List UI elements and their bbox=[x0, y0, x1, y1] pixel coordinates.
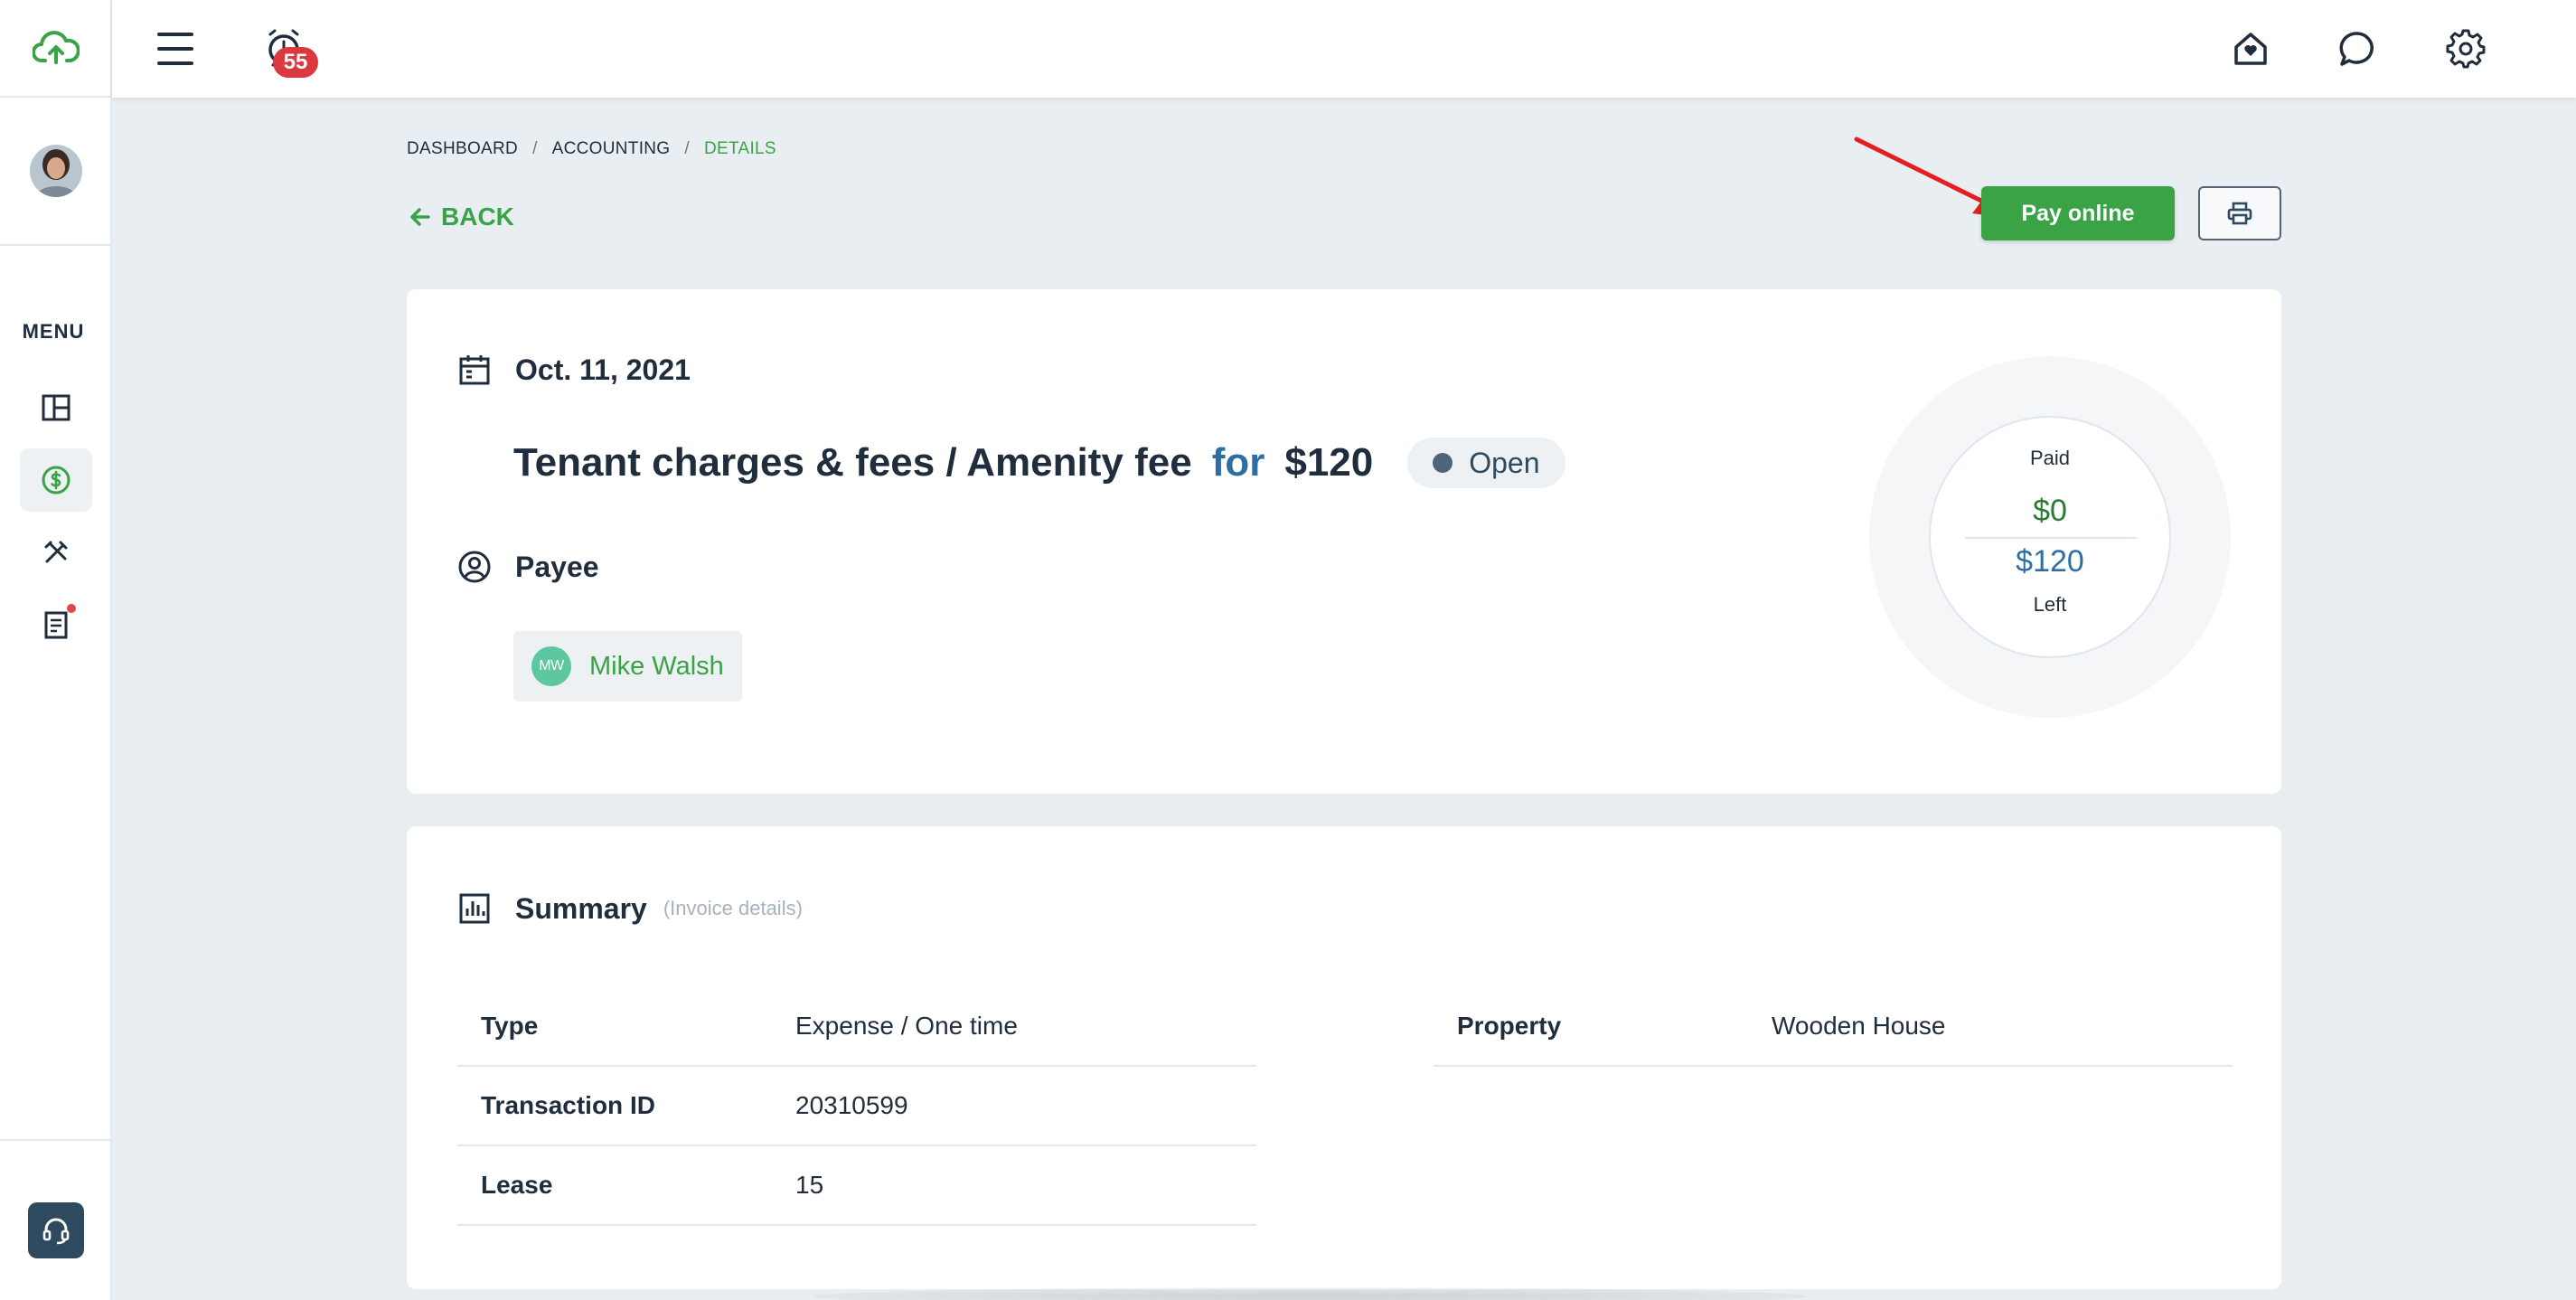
summary-subtitle: (Invoice details) bbox=[663, 897, 803, 919]
invoice-title-row: Tenant charges & fees / Amenity fee for … bbox=[513, 438, 1565, 488]
row-key: Lease bbox=[481, 1171, 553, 1199]
row-value: Wooden House bbox=[1772, 1012, 1946, 1040]
breadcrumb: DASHBOARD / ACCOUNTING / DETAILS bbox=[407, 139, 776, 159]
table-row: Property Wooden House bbox=[1434, 987, 2233, 1067]
sidebar-item-accounting[interactable] bbox=[20, 448, 92, 512]
bar-chart-icon bbox=[459, 893, 490, 924]
home-button[interactable] bbox=[2227, 25, 2274, 72]
payee-chip[interactable]: MW Mike Walsh bbox=[513, 631, 742, 702]
left-amount: $120 bbox=[2016, 544, 2084, 579]
arrow-left-icon bbox=[410, 208, 430, 226]
left-label: Left bbox=[2033, 593, 2067, 616]
summary-title: Summary bbox=[515, 891, 647, 925]
row-value: 15 bbox=[795, 1171, 824, 1199]
sidebar-item-dashboard[interactable] bbox=[20, 376, 92, 439]
print-button[interactable] bbox=[2198, 186, 2281, 240]
printer-icon bbox=[2227, 202, 2252, 225]
sidebar: MENU bbox=[0, 0, 112, 1300]
sidebar-footer bbox=[0, 1139, 112, 1300]
chat-bubble-icon bbox=[2339, 32, 2374, 66]
back-label: BACK bbox=[441, 203, 514, 231]
payee-row: Payee bbox=[457, 550, 599, 584]
paid-label: Paid bbox=[2029, 447, 2071, 469]
payment-progress-donut: Paid $0 $120 Left bbox=[1869, 356, 2231, 718]
breadcrumb-separator: / bbox=[532, 139, 538, 158]
pay-online-button[interactable]: Pay online bbox=[1981, 186, 2175, 240]
support-button[interactable] bbox=[28, 1202, 84, 1258]
tools-icon bbox=[44, 541, 68, 563]
invoice-date: Oct. 11, 2021 bbox=[515, 353, 691, 386]
row-key: Type bbox=[481, 1012, 539, 1040]
notification-dot bbox=[67, 604, 76, 613]
app-logo[interactable] bbox=[0, 0, 112, 98]
status-label: Open bbox=[1469, 446, 1540, 479]
messages-button[interactable] bbox=[2334, 25, 2381, 72]
headset-icon bbox=[42, 1218, 70, 1245]
invoice-title: Tenant charges & fees / Amenity fee bbox=[513, 440, 1192, 485]
summary-table-right: Property Wooden House bbox=[1434, 987, 2233, 1067]
payee-name: Mike Walsh bbox=[589, 651, 724, 681]
row-key: Property bbox=[1457, 1012, 1562, 1040]
summary-header: Summary (Invoice details) bbox=[457, 891, 803, 926]
payee-initials: MW bbox=[531, 646, 571, 686]
notification-count-badge: 55 bbox=[273, 47, 318, 78]
row-value: Expense / One time bbox=[795, 1012, 1018, 1040]
top-header: 55 bbox=[112, 0, 2576, 98]
donut-divider bbox=[1965, 537, 2137, 539]
user-circle-icon bbox=[458, 551, 491, 583]
menu-label: MENU bbox=[22, 320, 85, 343]
menu-icon[interactable] bbox=[155, 29, 195, 69]
summary-card: Summary (Invoice details) Type Expense /… bbox=[407, 826, 2281, 1289]
table-row: Transaction ID 20310599 bbox=[457, 1067, 1256, 1146]
footer-shadow bbox=[813, 1287, 1808, 1300]
gear-icon bbox=[2446, 29, 2486, 69]
settings-button[interactable] bbox=[2442, 25, 2489, 72]
status-badge: Open bbox=[1407, 438, 1565, 488]
payee-label: Payee bbox=[515, 550, 599, 583]
avatar[interactable] bbox=[30, 145, 82, 197]
home-heart-icon bbox=[2234, 33, 2267, 65]
back-link[interactable]: BACK bbox=[409, 203, 514, 231]
status-dot bbox=[1433, 453, 1453, 473]
for-word: for bbox=[1211, 440, 1265, 485]
breadcrumb-separator: / bbox=[684, 139, 690, 158]
invoice-date-row: Oct. 11, 2021 bbox=[457, 353, 691, 387]
cloud-upload-icon bbox=[33, 31, 80, 64]
sidebar-item-maintenance[interactable] bbox=[20, 521, 92, 584]
invoice-amount: $120 bbox=[1284, 440, 1374, 485]
sidebar-item-documents[interactable] bbox=[20, 593, 92, 656]
layout-grid-icon bbox=[42, 394, 71, 421]
invoice-card: Oct. 11, 2021 Tenant charges & fees / Am… bbox=[407, 289, 2281, 794]
summary-table-left: Type Expense / One time Transaction ID 2… bbox=[457, 987, 1256, 1226]
donut-center: Paid $0 $120 Left bbox=[1929, 416, 2171, 658]
calendar-icon bbox=[459, 355, 490, 385]
table-row: Lease 15 bbox=[457, 1146, 1256, 1226]
dollar-circle-icon bbox=[42, 466, 71, 495]
row-key: Transaction ID bbox=[481, 1091, 655, 1119]
table-row: Type Expense / One time bbox=[457, 987, 1256, 1067]
user-avatar-area bbox=[0, 98, 112, 246]
paid-amount: $0 bbox=[2033, 494, 2067, 528]
breadcrumb-dashboard[interactable]: DASHBOARD bbox=[407, 139, 518, 159]
breadcrumb-accounting[interactable]: ACCOUNTING bbox=[552, 139, 671, 159]
document-icon bbox=[44, 611, 68, 639]
breadcrumb-details: DETAILS bbox=[703, 139, 776, 158]
row-value: 20310599 bbox=[795, 1091, 908, 1119]
